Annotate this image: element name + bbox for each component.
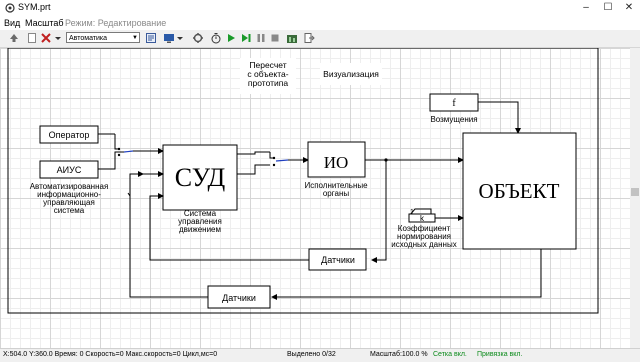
menu-scale[interactable]: Масштаб <box>25 18 64 28</box>
switch-contact-2 <box>275 159 289 162</box>
k-caption-3: исходных данных <box>391 240 456 249</box>
status-bar: X:504.0 Y:360.0 Время: 0 Скорость=0 Макс… <box>0 348 640 362</box>
sud-out-wire-1 <box>237 151 270 155</box>
toolbar: Автоматика ▼ <box>0 30 640 48</box>
menu-view[interactable]: Вид <box>4 18 20 28</box>
page-icon[interactable] <box>26 32 38 44</box>
app-icon <box>5 3 15 13</box>
io-caption-2: органы <box>323 189 350 198</box>
delete-icon[interactable] <box>40 32 52 44</box>
stop-icon[interactable] <box>269 32 281 44</box>
mode-select[interactable]: Автоматика ▼ <box>66 32 140 43</box>
play-icon[interactable] <box>225 32 237 44</box>
status-grid[interactable]: Сетка вкл. <box>433 351 467 358</box>
aius-caption-4: система <box>54 206 85 215</box>
menu-bar: Вид Масштаб Режим: Редактирование <box>0 16 640 30</box>
status-snap[interactable]: Привязка вкл. <box>477 351 522 358</box>
visualization-label: Визуализация <box>323 69 379 79</box>
sensors2-label: Датчики <box>222 293 256 303</box>
properties-icon[interactable] <box>145 32 157 44</box>
diagram-canvas[interactable]: Оператор АИУС Автоматизированная информа… <box>0 48 630 348</box>
switch-wire-top-1 <box>114 134 119 150</box>
aius-label: АИУС <box>57 165 82 175</box>
chevron-down-icon: ▼ <box>132 35 138 41</box>
close-button[interactable]: ✕ <box>621 1 637 14</box>
settings-icon[interactable] <box>192 32 204 44</box>
scrollbar-thumb[interactable] <box>631 188 639 196</box>
status-scale: Масштаб:100.0 % <box>370 351 428 358</box>
status-coords: X:504.0 Y:360.0 Время: 0 Скорость=0 Макс… <box>3 351 218 358</box>
f-caption: Возмущения <box>430 115 477 124</box>
pause-icon[interactable] <box>255 32 267 44</box>
f-to-object-wire <box>478 101 521 134</box>
maximize-button[interactable]: ☐ <box>600 1 616 14</box>
step-icon[interactable] <box>240 32 252 44</box>
switch-wires-1 <box>98 133 124 170</box>
chevron-down-icon[interactable] <box>54 32 62 44</box>
chevron-down-icon[interactable] <box>176 32 184 44</box>
export-icon[interactable] <box>303 32 315 44</box>
sud-caption-3: движением <box>179 225 221 234</box>
status-selected: Выделено 0/32 <box>287 351 336 358</box>
timer-icon[interactable] <box>210 32 222 44</box>
operator-label: Оператор <box>49 130 90 140</box>
io-label: ИО <box>324 153 349 172</box>
sud-label: СУД <box>175 163 226 192</box>
window-title: SYM.prt <box>18 2 51 12</box>
recalc-line-3: прототипа <box>248 78 288 88</box>
title-bar: SYM.prt – ☐ ✕ <box>0 0 640 16</box>
arrow-up-icon[interactable] <box>8 32 20 44</box>
object-label: ОБЪЕКТ <box>479 179 560 203</box>
display-icon[interactable] <box>163 32 175 44</box>
vertical-scrollbar[interactable] <box>630 48 640 348</box>
diagram-svg: Оператор АИУС Автоматизированная информа… <box>7 48 599 314</box>
sud-out-wire-2 <box>237 164 270 175</box>
mode-select-value: Автоматика <box>69 35 108 42</box>
mode-indicator: Режим: Редактирование <box>65 18 167 28</box>
io-to-sensors1-wire <box>371 160 387 263</box>
chart-icon[interactable] <box>286 32 298 44</box>
minimize-button[interactable]: – <box>578 1 594 14</box>
sensors1-label: Датчики <box>321 255 355 265</box>
switch-contact-1 <box>123 150 134 153</box>
